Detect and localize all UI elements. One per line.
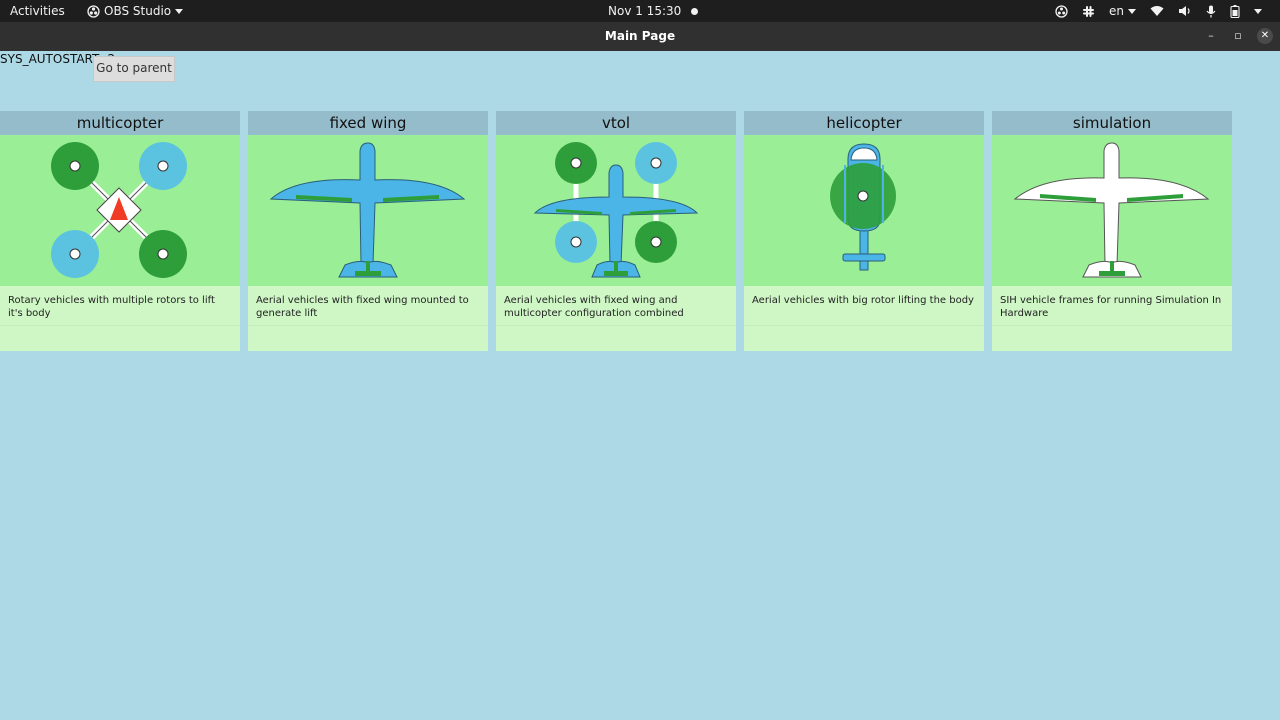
language-label: en <box>1109 4 1124 18</box>
multicopter-icon <box>51 142 187 278</box>
airframe-card-simulation[interactable]: simulation SIH vehicle frames for runnin… <box>992 111 1232 351</box>
card-image <box>992 135 1232 286</box>
card-description: Rotary vehicles with multiple rotors to … <box>0 286 240 326</box>
battery-icon[interactable] <box>1230 4 1240 18</box>
fixed-wing-icon <box>269 142 466 278</box>
card-title: fixed wing <box>248 111 488 135</box>
helicopter-icon <box>830 143 896 271</box>
language-selector[interactable]: en <box>1109 0 1136 22</box>
card-title: simulation <box>992 111 1232 135</box>
activities-button[interactable]: Activities <box>10 0 65 22</box>
system-tray[interactable]: en <box>1055 0 1262 22</box>
slack-icon[interactable] <box>1082 5 1095 18</box>
airframe-card-multicopter[interactable]: multicopter Rotary vehicles with multipl… <box>0 111 240 351</box>
card-image <box>0 135 240 286</box>
airframe-card-helicopter[interactable]: helicopter Aerial vehicles with big roto… <box>744 111 984 351</box>
volume-icon[interactable] <box>1178 5 1192 17</box>
system-top-bar: Activities OBS Studio Nov 1 15:30 en <box>0 0 1280 22</box>
card-description: Aerial vehicles with fixed wing mounted … <box>248 286 488 326</box>
go-to-parent-tooltip: Go to parent <box>93 56 175 82</box>
power-menu-chevron-icon[interactable] <box>1254 8 1262 14</box>
card-title: vtol <box>496 111 736 135</box>
window-titlebar[interactable]: Main Page – ▫ ✕ <box>0 22 1280 51</box>
microphone-icon[interactable] <box>1206 5 1216 18</box>
airframe-card-fixed-wing[interactable]: fixed wing Aerial vehicles with fixed wi… <box>248 111 488 351</box>
chevron-down-icon <box>175 8 184 14</box>
card-description: Aerial vehicles with fixed wing and mult… <box>496 286 736 326</box>
app-menu-label: OBS Studio <box>104 4 172 18</box>
wifi-icon[interactable] <box>1150 5 1164 17</box>
card-image <box>248 135 488 286</box>
card-title: helicopter <box>744 111 984 135</box>
card-image <box>496 135 736 286</box>
card-image <box>744 135 984 286</box>
card-description: SIH vehicle frames for running Simulatio… <box>992 286 1232 326</box>
card-title: multicopter <box>0 111 240 135</box>
close-button[interactable]: ✕ <box>1257 28 1273 44</box>
simulation-icon <box>1013 142 1210 278</box>
window-title: Main Page <box>604 29 676 43</box>
airframe-card-vtol[interactable]: vtol Aerial vehicles with fixed wing and… <box>496 111 736 351</box>
clock-label: Nov 1 15:30 <box>608 4 682 18</box>
clock-button[interactable]: Nov 1 15:30 <box>608 0 699 22</box>
vtol-icon <box>533 142 699 278</box>
app-menu[interactable]: OBS Studio <box>87 0 184 22</box>
maximize-button[interactable]: ▫ <box>1230 28 1246 44</box>
obs-tray-icon[interactable] <box>1055 4 1068 18</box>
card-description: Aerial vehicles with big rotor lifting t… <box>744 286 984 326</box>
minimize-button[interactable]: – <box>1203 28 1219 44</box>
notification-dot-icon <box>691 8 699 15</box>
obs-icon <box>87 4 100 18</box>
chevron-down-icon <box>1128 8 1136 14</box>
